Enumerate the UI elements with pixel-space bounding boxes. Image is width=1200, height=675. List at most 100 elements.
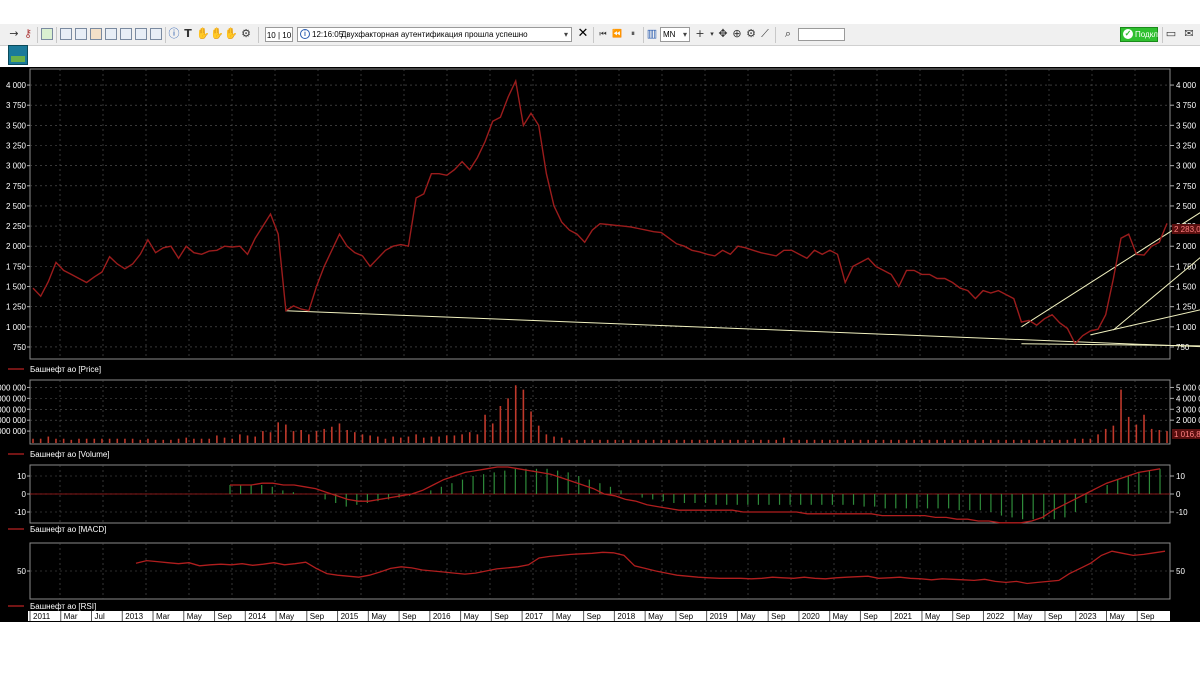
pause-icon[interactable]: ⏸ bbox=[627, 28, 639, 40]
y-tick-label-right: 2 500 bbox=[1176, 202, 1197, 211]
chat-icon[interactable]: ▭ bbox=[1165, 28, 1177, 40]
y-tick-label-left: 3 000 bbox=[6, 162, 27, 171]
y-tick-label-left: 10 bbox=[17, 472, 26, 481]
y-tick-label-left: 750 bbox=[13, 343, 27, 352]
x-tick-label: May bbox=[279, 612, 294, 621]
y-tick-label-left: 3 250 bbox=[6, 142, 27, 151]
hand-icon[interactable]: ✋ bbox=[196, 28, 210, 40]
positions-icon[interactable] bbox=[135, 28, 147, 40]
y-tick-label-right: 5 000 0 bbox=[1176, 383, 1200, 392]
status-message-field[interactable]: i 12:16:05 Двухфакторная аутентификация … bbox=[297, 27, 572, 42]
y-tick-label-right: 750 bbox=[1176, 343, 1190, 352]
x-tick-label: Sep bbox=[956, 612, 971, 621]
chart-bars-icon[interactable]: ▥ bbox=[646, 28, 658, 40]
info-icon[interactable]: ⓘ bbox=[168, 28, 180, 40]
y-tick-label-right: 3 500 bbox=[1176, 121, 1197, 130]
move-icon[interactable]: ✥ bbox=[717, 28, 729, 40]
y-tick-label-left: 1 250 bbox=[6, 303, 27, 312]
y-tick-label-right: 3 000 0 bbox=[1176, 405, 1200, 414]
x-tick-label: Sep bbox=[1140, 612, 1155, 621]
y-tick-label-left: 1 500 bbox=[6, 283, 27, 292]
y-tick-label-right: 1 000 bbox=[1176, 323, 1197, 332]
chart-area[interactable]: 4 000 3 750 3 500 3 250 3 000 2 750 2 500 2 250… bbox=[0, 67, 1200, 622]
chevron-down-icon[interactable]: ▾ bbox=[564, 28, 568, 41]
arrow-right-icon[interactable]: → bbox=[8, 28, 20, 40]
x-tick-label: May bbox=[1109, 612, 1124, 621]
x-tick-label: May bbox=[371, 612, 386, 621]
key-icon[interactable]: ⚷ bbox=[22, 28, 34, 40]
x-tick-label: 2016 bbox=[433, 612, 451, 621]
volume-legend: Башнефт ао [Volume] bbox=[30, 450, 110, 459]
y-tick-label-left: 000 000 bbox=[0, 383, 27, 392]
y-tick-label-left: 2 500 bbox=[6, 202, 27, 211]
y-tick-label-left: 000 000 bbox=[0, 427, 27, 436]
prev-page-icon[interactable]: ⏪ bbox=[611, 28, 623, 40]
x-tick-label: 2015 bbox=[341, 612, 359, 621]
x-tick-label: Jul bbox=[95, 612, 105, 621]
timeframe-select[interactable]: MN ▾ bbox=[660, 27, 690, 42]
settings-icon[interactable]: ⚙ bbox=[745, 28, 757, 40]
hand-move-icon[interactable]: ✋ bbox=[210, 28, 224, 40]
y-tick-label-right: 0 bbox=[1176, 490, 1181, 499]
y-tick-label-left: 1 000 bbox=[6, 323, 27, 332]
x-tick-label: 2023 bbox=[1079, 612, 1097, 621]
volume-panel bbox=[29, 379, 1171, 445]
connect-button[interactable]: ✓ Подкл bbox=[1120, 27, 1158, 42]
y-tick-label-right: 10 bbox=[1176, 472, 1185, 481]
y-tick-label-right: 2 000 0 bbox=[1176, 416, 1200, 425]
charts-svg[interactable]: 4 000 3 750 3 500 3 250 3 000 2 750 2 500 2 250… bbox=[0, 67, 1200, 622]
search-icon[interactable]: ⌕ bbox=[782, 28, 794, 40]
y-tick-label-right: 1 250 bbox=[1176, 303, 1197, 312]
message-text: Двухфакторная аутентификация прошла успе… bbox=[341, 30, 528, 39]
rsi-legend: Башнефт ао [RSI] bbox=[30, 602, 96, 611]
target-icon[interactable]: ⊕ bbox=[731, 28, 743, 40]
x-tick-label: Sep bbox=[587, 612, 602, 621]
x-tick-label: Sep bbox=[679, 612, 694, 621]
price-series-line bbox=[32, 78, 1168, 345]
y-tick-label-right: 50 bbox=[1176, 567, 1185, 576]
quotes-icon[interactable] bbox=[75, 28, 87, 40]
y-tick-label-right: 4 000 0 bbox=[1176, 394, 1200, 403]
x-tick-label: 2020 bbox=[802, 612, 820, 621]
trend-line[interactable] bbox=[285, 310, 1200, 348]
main-toolbar: → ⚷ ⓘ T ✋ ✋ ✋ ⚙ 10 | 10 i 12:16:05 Двухф… bbox=[0, 24, 1200, 46]
x-tick-label: May bbox=[556, 612, 571, 621]
x-tick-label: 2021 bbox=[894, 612, 912, 621]
new-window-icon[interactable] bbox=[41, 28, 53, 40]
y-tick-label-right: 1 500 bbox=[1176, 283, 1197, 292]
first-page-icon[interactable]: ⏮ bbox=[597, 28, 609, 40]
crosshair-icon[interactable]: + bbox=[694, 28, 706, 40]
message-icon[interactable]: ✉ bbox=[1183, 28, 1195, 40]
tools-icon[interactable]: ⚙ bbox=[240, 28, 252, 40]
x-tick-label: 2013 bbox=[125, 612, 143, 621]
hand-pan-icon[interactable]: ✋ bbox=[224, 28, 238, 40]
ruler-icon[interactable]: ⟋ bbox=[759, 28, 771, 40]
portfolio-icon[interactable] bbox=[120, 28, 132, 40]
price-panel bbox=[29, 68, 1171, 360]
trend-line[interactable] bbox=[1021, 343, 1200, 347]
limits-icon[interactable] bbox=[150, 28, 162, 40]
close-icon[interactable]: ✕ bbox=[577, 27, 589, 40]
x-tick-label: Mar bbox=[156, 612, 170, 621]
trades-icon[interactable] bbox=[105, 28, 117, 40]
y-tick-label-left: 4 000 bbox=[6, 81, 27, 90]
search-input[interactable] bbox=[798, 28, 845, 41]
y-tick-label-left: 000 000 bbox=[0, 394, 27, 403]
y-tick-label-right: 2 750 bbox=[1176, 182, 1197, 191]
y-tick-label-right: 3 000 bbox=[1176, 162, 1197, 171]
x-tick-label: 2022 bbox=[986, 612, 1004, 621]
x-tick-label: Sep bbox=[310, 612, 325, 621]
y-tick-label-right: 2 000 bbox=[1176, 242, 1197, 251]
table-icon[interactable] bbox=[60, 28, 72, 40]
orders-icon[interactable] bbox=[90, 28, 102, 40]
text-icon[interactable]: T bbox=[182, 28, 194, 40]
x-tick-label: 2011 bbox=[33, 612, 51, 621]
x-tick-label: Sep bbox=[771, 612, 786, 621]
y-tick-label-left: 2 250 bbox=[6, 222, 27, 231]
chevron-down-icon: ▾ bbox=[682, 30, 687, 39]
y-tick-label-left: 2 000 bbox=[6, 242, 27, 251]
y-tick-label-left: 2 750 bbox=[6, 182, 27, 191]
x-tick-label: May bbox=[1017, 612, 1032, 621]
y-tick-label-left: 000 000 bbox=[0, 416, 27, 425]
app-thumbnail-icon[interactable] bbox=[8, 45, 28, 65]
